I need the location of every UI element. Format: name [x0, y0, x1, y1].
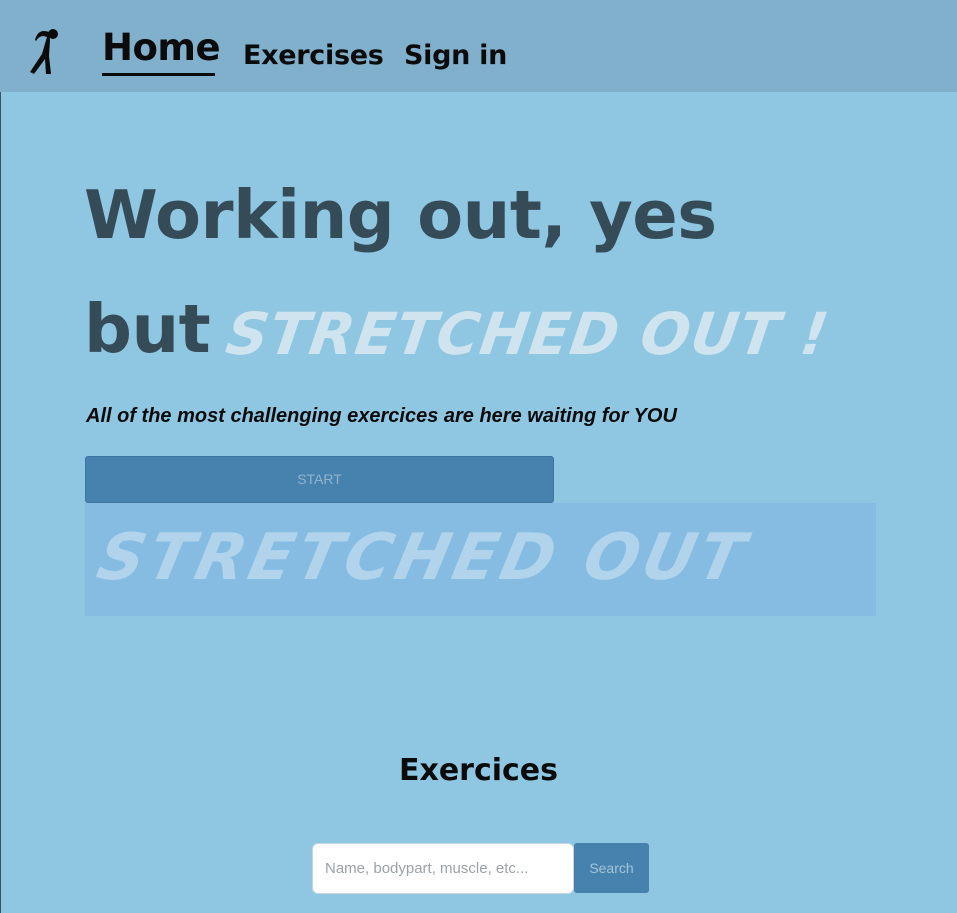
hero-heading-line1: Working out, yes — [84, 176, 717, 254]
nav-link-sign-in[interactable]: Sign in — [404, 40, 507, 71]
stretching-figure-icon[interactable] — [22, 26, 62, 76]
nav-link-home[interactable]: Home — [102, 26, 221, 69]
search-button[interactable]: Search — [574, 843, 649, 893]
search-input[interactable] — [312, 843, 574, 894]
hero-subtitle: All of the most challenging exercices ar… — [86, 405, 677, 427]
exercises-section-title: Exercices — [398, 753, 559, 788]
start-button[interactable]: START — [85, 456, 554, 503]
hero-heading-accent: STRETCHED OUT ! — [222, 300, 834, 368]
hero-heading-line2-prefix: but — [84, 290, 211, 368]
active-link-underline — [102, 73, 215, 76]
brand-banner: STRETCHED OUT — [85, 503, 876, 616]
top-navbar: Home Exercises Sign in — [0, 0, 957, 92]
banner-wordmark: STRETCHED OUT — [91, 521, 755, 595]
nav-link-exercises[interactable]: Exercises — [243, 40, 384, 71]
